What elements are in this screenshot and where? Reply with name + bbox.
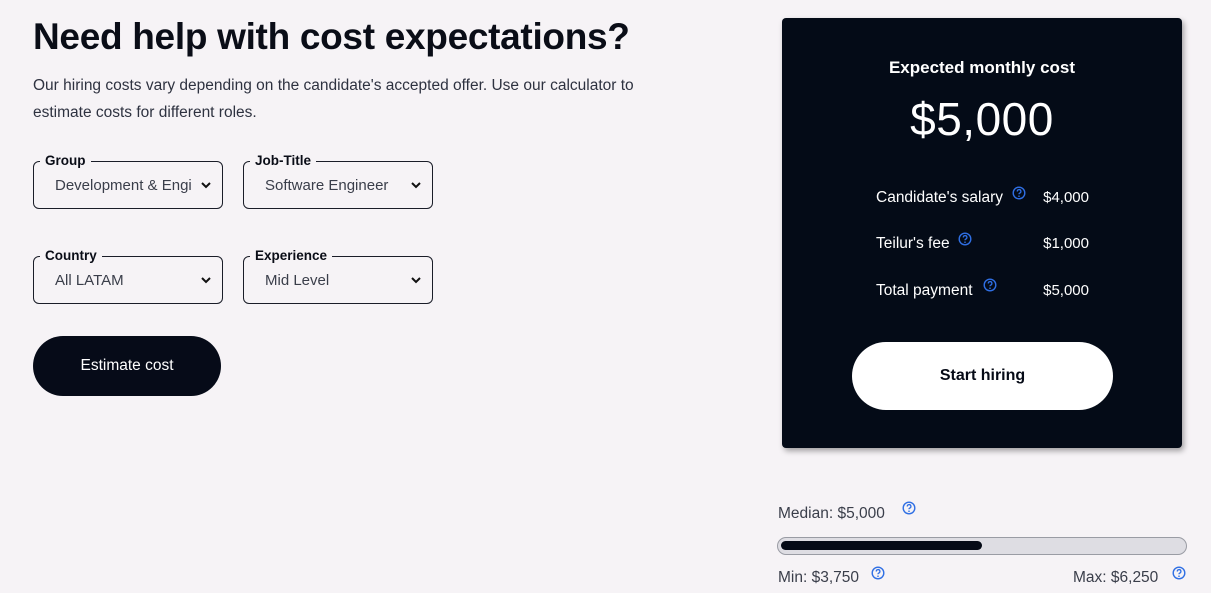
help-circle-icon[interactable]: [1012, 186, 1026, 200]
page-title: Need help with cost expectations?: [33, 16, 630, 57]
fee-label: Teilur's fee: [876, 235, 950, 252]
help-circle-icon[interactable]: [983, 278, 997, 292]
card-title: Expected monthly cost: [888, 58, 1076, 77]
job-title-field: Job-Title Software Engineer: [243, 152, 433, 209]
estimate-cost-button[interactable]: Estimate cost: [33, 336, 221, 396]
salary-label: Candidate's salary: [876, 189, 1004, 206]
country-field: Country All LATAM: [33, 247, 223, 304]
start-hiring-button[interactable]: Start hiring: [852, 342, 1113, 410]
total-label: Total payment: [876, 282, 973, 299]
help-circle-icon[interactable]: [902, 501, 916, 515]
fee-value: $1,000: [1043, 235, 1089, 252]
help-circle-icon[interactable]: [958, 232, 972, 246]
result-card: Expected monthly cost $5,000 Candidate's…: [782, 18, 1182, 448]
page-description: Our hiring costs vary depending on the c…: [33, 77, 634, 121]
country-select[interactable]: All LATAM: [34, 257, 222, 303]
group-field: Group Development & Engineering: [33, 152, 223, 209]
monthly-cost-amount: $5,000: [910, 93, 1054, 145]
max-salary-label: Max: $6,250: [1073, 569, 1159, 586]
salary-range-fill: [781, 541, 982, 550]
help-circle-icon[interactable]: [871, 566, 885, 580]
group-select[interactable]: Development & Engineering: [34, 162, 222, 208]
total-value: $5,000: [1043, 282, 1089, 299]
experience-field: Experience Mid Level: [243, 247, 433, 304]
salary-range-bar: [777, 537, 1187, 555]
help-circle-icon[interactable]: [1172, 566, 1186, 580]
min-salary-label: Min: $3,750: [778, 569, 859, 586]
salary-value: $4,000: [1043, 189, 1089, 206]
experience-select[interactable]: Mid Level: [244, 257, 432, 303]
median-label: Median: $5,000: [778, 505, 885, 522]
job-title-select[interactable]: Software Engineer: [244, 162, 432, 208]
